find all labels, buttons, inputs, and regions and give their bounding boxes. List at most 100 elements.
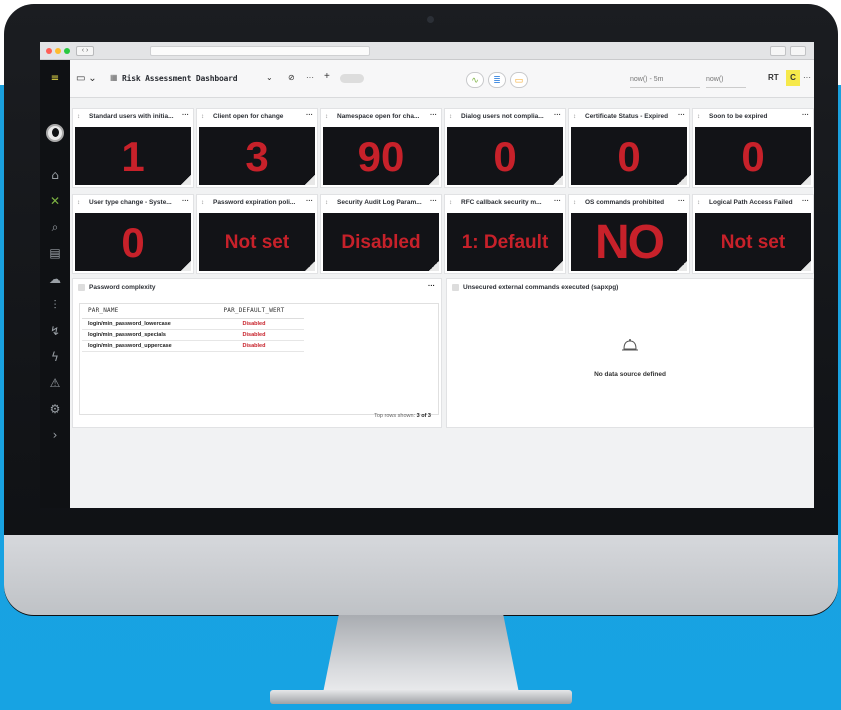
chevron-down-icon[interactable]: ⌄ <box>266 73 273 82</box>
workflow-icon[interactable]: ↯ <box>48 324 62 338</box>
empty-state-text: No data source defined <box>594 371 666 378</box>
sliders-icon[interactable]: ⫶ <box>48 298 62 312</box>
panel-menu-button[interactable]: ··· <box>428 279 435 295</box>
address-bar[interactable] <box>150 46 370 56</box>
panel-value: NO <box>571 213 687 271</box>
panel-value: 0 <box>695 127 811 185</box>
cell-value: Disabled <box>204 318 304 330</box>
panel-menu-button[interactable]: ··· <box>306 195 313 209</box>
panel-title: User type change - Syste... <box>89 199 172 206</box>
monitor-bezel: ‹ › ≡ ⌂ ✕ ⌕ ▤ ☁ ⫶ ↯ ϟ ⚠ ⚙ › ▭ ⌄ ▦ Risk A… <box>4 4 838 616</box>
monitor-chin <box>4 535 838 615</box>
table-row[interactable]: login/min_password_lowercase Disabled <box>82 318 304 330</box>
panel-title: RFC callback security m... <box>461 199 542 206</box>
database-icon[interactable]: ≣ <box>488 72 506 88</box>
bolt-icon[interactable]: ϟ <box>48 350 62 364</box>
alert-icon[interactable]: ⚠ <box>48 376 62 390</box>
table-container: PAR_NAME PAR_DEFAULT_WERT login/min_pass… <box>79 303 439 415</box>
password-complexity-panel: Password complexity ··· PAR_NAME PAR_DEF… <box>72 278 442 428</box>
panel-standard-users[interactable]: ↕ Standard users with initia... ··· 1 <box>72 108 194 188</box>
dashboard-icon[interactable]: ▤ <box>48 246 62 260</box>
maximize-window-button[interactable] <box>64 48 70 54</box>
tabs-button[interactable] <box>790 46 806 56</box>
panel-menu-button[interactable]: ··· <box>678 109 685 123</box>
add-panel-icon[interactable]: + <box>324 71 330 82</box>
panel-title: Password complexity <box>89 284 156 291</box>
realtime-toggle[interactable]: RT <box>768 73 779 82</box>
panel-os-commands[interactable]: ↕ OS commands prohibited ··· NO <box>568 194 690 274</box>
panel-title: Security Audit Log Param... <box>337 199 422 206</box>
camera-dot <box>427 16 434 23</box>
more-menu-button[interactable]: ··· <box>306 73 314 82</box>
panel-logical-path[interactable]: ↕ Logical Path Access Failed ··· Not set <box>692 194 814 274</box>
screen: ‹ › ≡ ⌂ ✕ ⌕ ▤ ☁ ⫶ ↯ ϟ ⚠ ⚙ › ▭ ⌄ ▦ Risk A… <box>40 42 814 508</box>
panel-menu-button[interactable]: ··· <box>554 109 561 123</box>
panel-menu-button[interactable]: ··· <box>182 109 189 123</box>
user-avatar[interactable] <box>46 124 64 142</box>
table-row[interactable]: login/min_password_specials Disabled <box>82 329 304 341</box>
panel-value: 90 <box>323 127 439 185</box>
panel-menu-button[interactable]: ··· <box>430 109 437 123</box>
monitor-stand <box>323 615 519 693</box>
panel-title: OS commands prohibited <box>585 199 665 206</box>
share-button[interactable] <box>770 46 786 56</box>
panel-menu-button[interactable]: ··· <box>678 195 685 209</box>
panel-value: 0 <box>447 127 563 185</box>
expand-icon[interactable]: › <box>48 428 62 442</box>
panel-soon-expired[interactable]: ↕ Soon to be expired ··· 0 <box>692 108 814 188</box>
cell-name: login/min_password_uppercase <box>82 340 204 352</box>
panel-value: Disabled <box>323 213 439 271</box>
app-logo-icon[interactable]: ≡ <box>48 72 62 86</box>
cloud-icon[interactable]: ☁ <box>48 272 62 286</box>
external-commands-panel: Unsecured external commands executed (sa… <box>446 278 814 428</box>
panel-namespace-open[interactable]: ↕ Namespace open for cha... ··· 90 <box>320 108 442 188</box>
panel-dialog-users[interactable]: ↕ Dialog users not complia... ··· 0 <box>444 108 566 188</box>
minimize-window-button[interactable] <box>55 48 61 54</box>
dashboard-toolbar: ▭ ⌄ ▦ Risk Assessment Dashboard ⌄ ⊘ ··· … <box>70 60 814 98</box>
folder-icon[interactable]: ▭ ⌄ <box>76 73 97 84</box>
rows-shown-footer: Top rows shown: 3 of 3 <box>374 413 431 419</box>
analytics-icon[interactable]: ✕ <box>48 194 62 208</box>
search-icon[interactable]: ⌕ <box>48 220 62 234</box>
panel-title: Password expiration poli... <box>213 199 296 206</box>
panel-certificate-expired[interactable]: ↕ Certificate Status - Expired ··· 0 <box>568 108 690 188</box>
panel-user-type-change[interactable]: ↕ User type change - Syste... ··· 0 <box>72 194 194 274</box>
panel-menu-button[interactable]: ··· <box>182 195 189 209</box>
refresh-icon[interactable]: C <box>786 70 800 86</box>
panel-menu-button[interactable]: ··· <box>306 109 313 123</box>
dashboard-title[interactable]: Risk Assessment Dashboard <box>122 74 238 83</box>
panel-client-open[interactable]: ↕ Client open for change ··· 3 <box>196 108 318 188</box>
home-icon[interactable]: ⌂ <box>48 168 62 182</box>
panel-title: Unsecured external commands executed (sa… <box>463 284 619 291</box>
panel-value: 1 <box>75 127 191 185</box>
time-from-input[interactable]: now() - 5m <box>630 76 700 88</box>
more-menu-button-right[interactable]: ··· <box>803 73 811 82</box>
panel-security-audit[interactable]: ↕ Security Audit Log Param... ··· Disabl… <box>320 194 442 274</box>
browser-back-forward-button[interactable]: ‹ › <box>76 46 94 56</box>
panel-rfc-callback[interactable]: ↕ RFC callback security m... ··· 1: Defa… <box>444 194 566 274</box>
activity-icon[interactable]: ∿ <box>466 72 484 88</box>
panel-value: Not set <box>695 213 811 271</box>
share-icon[interactable]: ⊘ <box>288 73 295 82</box>
panel-menu-button[interactable]: ··· <box>802 109 809 123</box>
panel-title: Dialog users not complia... <box>461 113 544 120</box>
time-to-input[interactable]: now() <box>706 76 746 88</box>
panel-menu-button[interactable]: ··· <box>802 195 809 209</box>
bell-icon <box>622 339 638 351</box>
panel-title: Client open for change <box>213 113 284 120</box>
column-header[interactable]: PAR_NAME <box>82 304 204 319</box>
panel-menu-button[interactable]: ··· <box>430 195 437 209</box>
tag-icon[interactable]: ▭ <box>510 72 528 88</box>
edit-toggle[interactable] <box>340 74 364 83</box>
settings-icon[interactable]: ⚙ <box>48 402 62 416</box>
password-table: PAR_NAME PAR_DEFAULT_WERT login/min_pass… <box>82 304 304 352</box>
monitor-stand-base <box>270 690 572 704</box>
table-row[interactable]: login/min_password_uppercase Disabled <box>82 340 304 352</box>
panel-title: Soon to be expired <box>709 113 768 120</box>
close-window-button[interactable] <box>46 48 52 54</box>
column-header[interactable]: PAR_DEFAULT_WERT <box>204 304 304 319</box>
panel-password-expiration[interactable]: ↕ Password expiration poli... ··· Not se… <box>196 194 318 274</box>
dashboard-icon-small: ▦ <box>110 73 118 82</box>
cell-name: login/min_password_lowercase <box>82 318 204 330</box>
panel-menu-button[interactable]: ··· <box>554 195 561 209</box>
